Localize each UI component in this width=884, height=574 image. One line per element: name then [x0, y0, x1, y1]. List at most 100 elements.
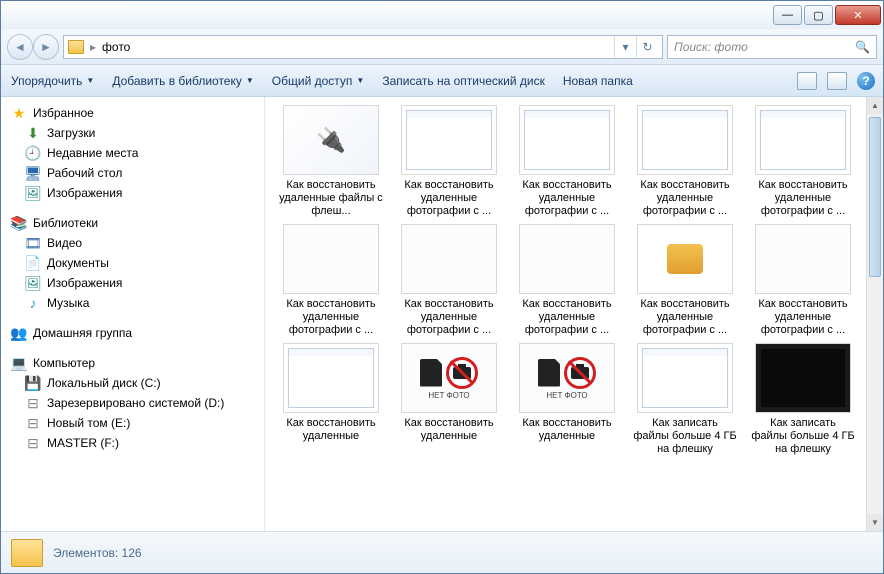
search-placeholder: Поиск: фото [674, 40, 748, 54]
file-item[interactable]: Как восстановить удаленные фотографии с … [395, 224, 503, 337]
libraries-header[interactable]: 📚Библиотеки [1, 213, 264, 233]
scroll-up-button[interactable]: ▲ [867, 97, 883, 114]
file-label: Как записать файлы больше 4 ГБ на флешку [633, 417, 737, 456]
command-bar: Упорядочить▼ Добавить в библиотеку▼ Общи… [1, 65, 883, 97]
file-item[interactable]: Как восстановить удаленные фотографии с … [749, 105, 857, 218]
file-thumbnail [637, 343, 733, 413]
file-item[interactable]: Как записать файлы больше 4 ГБ на флешку [749, 343, 857, 456]
file-thumbnail [283, 224, 379, 294]
file-item[interactable]: Как восстановить удаленные фотографии с … [749, 224, 857, 337]
documents-icon: 📄 [25, 255, 41, 271]
file-label: Как восстановить удаленные фотографии с … [515, 298, 619, 337]
file-item[interactable]: Как восстановить удаленные фотографии с … [631, 224, 739, 337]
recent-icon: 🕘 [25, 145, 41, 161]
preview-pane-button[interactable] [827, 72, 847, 90]
favorites-header[interactable]: ★Избранное [1, 103, 264, 123]
file-label: Как восстановить удаленные фотографии с … [397, 298, 501, 337]
minimize-button[interactable]: — [773, 5, 802, 25]
file-label: Как восстановить удаленные фотографии с … [751, 298, 855, 337]
music-icon: ♪ [25, 295, 41, 311]
file-thumbnail [637, 224, 733, 294]
file-list[interactable]: 🔌Как восстановить удаленные файлы с флеш… [265, 97, 883, 531]
new-folder-button[interactable]: Новая папка [561, 70, 635, 92]
file-item[interactable]: Как записать файлы больше 4 ГБ на флешку [631, 343, 739, 456]
file-item[interactable]: Как восстановить удаленные фотографии с … [513, 224, 621, 337]
drive-icon: 💾 [25, 375, 41, 391]
file-label: Как восстановить удаленные фотографии с … [515, 179, 619, 218]
scroll-thumb[interactable] [869, 117, 881, 277]
refresh-button[interactable]: ↻ [636, 36, 658, 58]
file-thumbnail [755, 343, 851, 413]
sidebar-item-recent[interactable]: 🕘Недавние места [1, 143, 264, 163]
sidebar-item-music[interactable]: ♪Музыка [1, 293, 264, 313]
file-label: Как восстановить удаленные фотографии с … [633, 298, 737, 337]
share-button[interactable]: Общий доступ▼ [270, 70, 367, 92]
navigation-pane: ★Избранное ⬇Загрузки 🕘Недавние места 🖥Ра… [1, 97, 265, 531]
file-thumbnail [283, 343, 379, 413]
homegroup-header[interactable]: 👥Домашняя группа [1, 323, 264, 343]
file-thumbnail [637, 105, 733, 175]
desktop-icon: 🖥 [25, 165, 41, 181]
file-thumbnail: 🔌 [283, 105, 379, 175]
folder-icon [11, 539, 43, 567]
sidebar-item-downloads[interactable]: ⬇Загрузки [1, 123, 264, 143]
back-button[interactable]: ◄ [7, 34, 33, 60]
file-item[interactable]: НЕТ ФОТОКак восстановить удаленные [395, 343, 503, 456]
file-item[interactable]: Как восстановить удаленные фотографии с … [513, 105, 621, 218]
file-label: Как восстановить удаленные фотографии с … [397, 179, 501, 218]
file-item[interactable]: Как восстановить удаленные фотографии с … [395, 105, 503, 218]
breadcrumb-current[interactable]: фото [102, 40, 130, 54]
sidebar-item-drive-c[interactable]: 💾Локальный диск (C:) [1, 373, 264, 393]
sidebar-item-desktop[interactable]: 🖥Рабочий стол [1, 163, 264, 183]
homegroup-icon: 👥 [11, 325, 27, 341]
file-label: Как восстановить удаленные фотографии с … [751, 179, 855, 218]
file-thumbnail [519, 105, 615, 175]
sidebar-item-pictures[interactable]: 🖼Изображения [1, 273, 264, 293]
downloads-icon: ⬇ [25, 125, 41, 141]
titlebar: — ▢ ✕ [1, 1, 883, 29]
organize-button[interactable]: Упорядочить▼ [9, 70, 96, 92]
pictures-icon: 🖼 [25, 275, 41, 291]
file-thumbnail [755, 224, 851, 294]
sidebar-item-documents[interactable]: 📄Документы [1, 253, 264, 273]
search-input[interactable]: Поиск: фото 🔍 [667, 35, 877, 59]
add-to-library-button[interactable]: Добавить в библиотеку▼ [110, 70, 255, 92]
sidebar-item-drive-d[interactable]: ⊟Зарезервировано системой (D:) [1, 393, 264, 413]
computer-header[interactable]: 💻Компьютер [1, 353, 264, 373]
file-thumbnail [401, 105, 497, 175]
explorer-window: — ▢ ✕ ◄ ► ▸ фото ▾ ↻ Поиск: фото 🔍 Упоря… [0, 0, 884, 574]
search-icon: 🔍 [855, 40, 870, 54]
view-options-button[interactable] [797, 72, 817, 90]
help-button[interactable]: ? [857, 72, 875, 90]
maximize-button[interactable]: ▢ [804, 5, 833, 25]
file-item[interactable]: 🔌Как восстановить удаленные файлы с флеш… [277, 105, 385, 218]
file-thumbnail: НЕТ ФОТО [519, 343, 615, 413]
file-item[interactable]: Как восстановить удаленные [277, 343, 385, 456]
drive-icon: ⊟ [25, 415, 41, 431]
libraries-icon: 📚 [11, 215, 27, 231]
forward-button[interactable]: ► [33, 34, 59, 60]
file-thumbnail [755, 105, 851, 175]
sidebar-item-pictures-fav[interactable]: 🖼Изображения [1, 183, 264, 203]
address-bar[interactable]: ▸ фото ▾ ↻ [63, 35, 663, 59]
sidebar-item-drive-e[interactable]: ⊟Новый том (E:) [1, 413, 264, 433]
breadcrumb-separator: ▸ [90, 40, 96, 54]
pictures-icon: 🖼 [25, 185, 41, 201]
file-item[interactable]: Как восстановить удаленные фотографии с … [277, 224, 385, 337]
sidebar-item-video[interactable]: 🎞Видео [1, 233, 264, 253]
item-count: Элементов: 126 [53, 546, 142, 560]
file-label: Как записать файлы больше 4 ГБ на флешку [751, 417, 855, 456]
close-button[interactable]: ✕ [835, 5, 881, 25]
sidebar-item-drive-f[interactable]: ⊟MASTER (F:) [1, 433, 264, 453]
burn-button[interactable]: Записать на оптический диск [380, 70, 547, 92]
history-dropdown[interactable]: ▾ [614, 36, 636, 58]
file-label: Как восстановить удаленные [515, 417, 619, 443]
file-item[interactable]: Как восстановить удаленные фотографии с … [631, 105, 739, 218]
vertical-scrollbar[interactable]: ▲ ▼ [866, 97, 883, 531]
file-label: Как восстановить удаленные [279, 417, 383, 443]
file-thumbnail: НЕТ ФОТО [401, 343, 497, 413]
drive-icon: ⊟ [25, 395, 41, 411]
scroll-down-button[interactable]: ▼ [867, 514, 883, 531]
file-item[interactable]: НЕТ ФОТО Как восстановить удаленные [513, 343, 621, 456]
file-thumbnail [519, 224, 615, 294]
